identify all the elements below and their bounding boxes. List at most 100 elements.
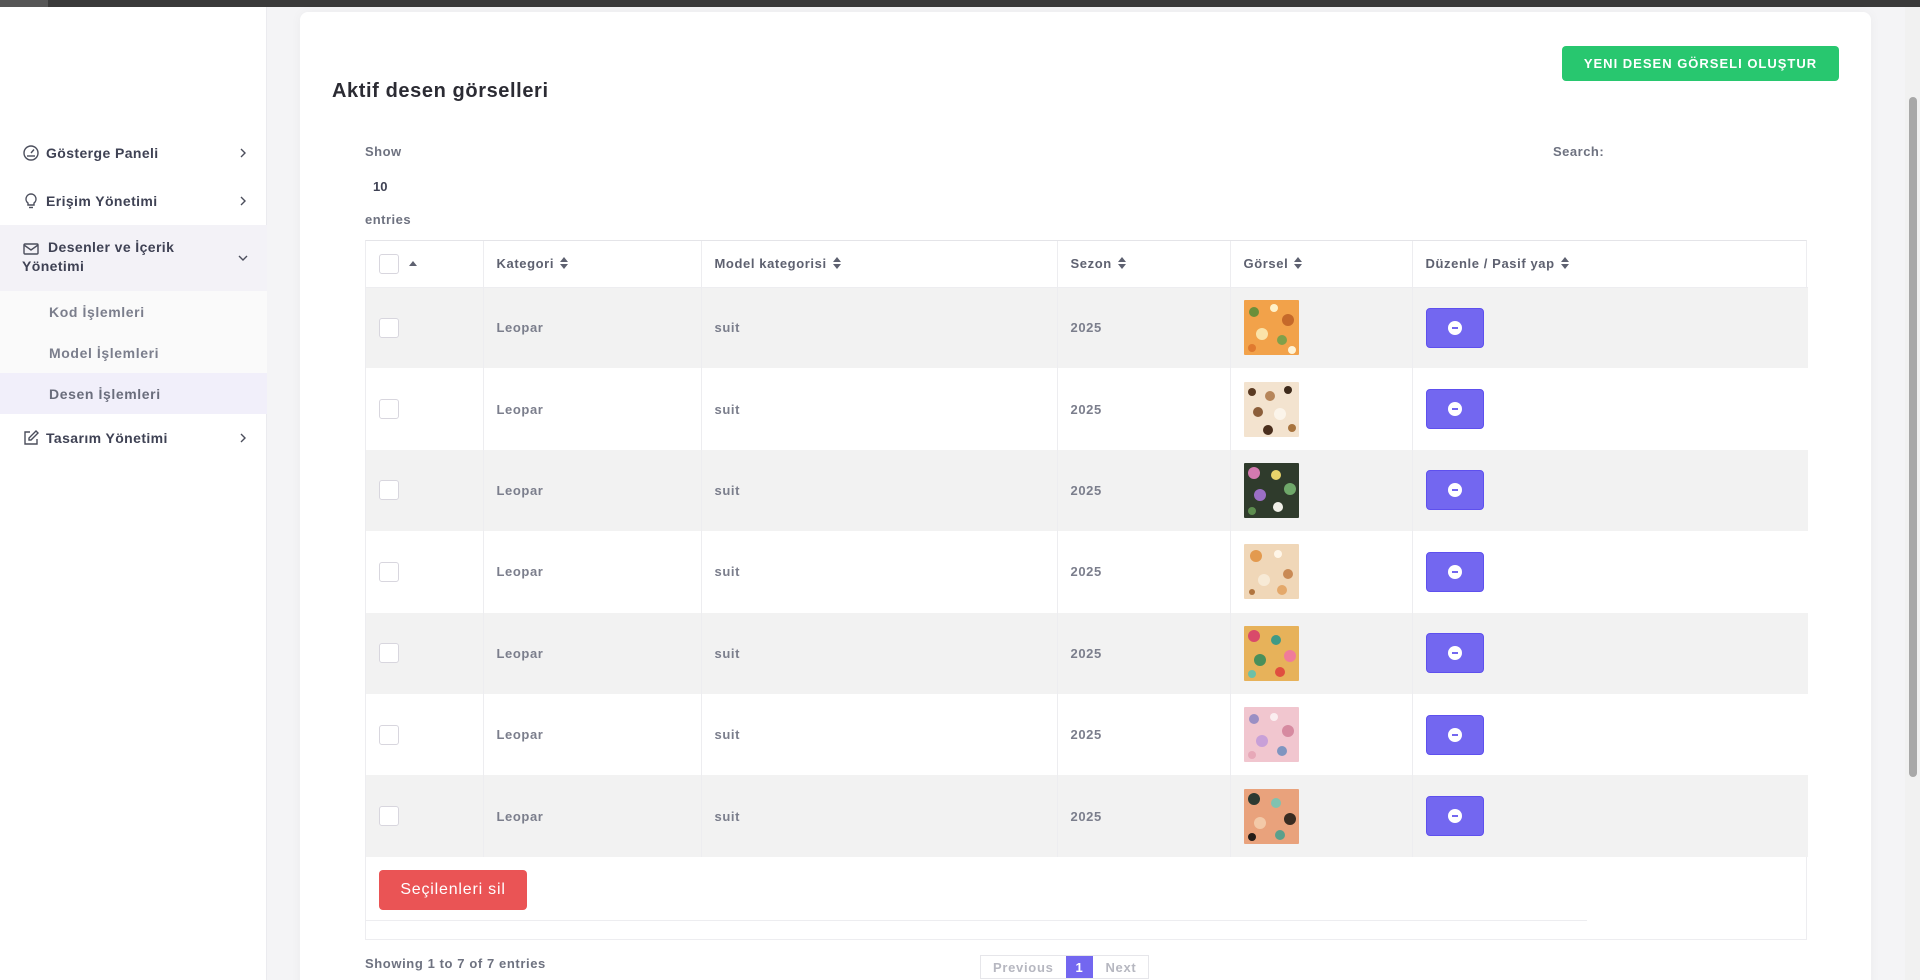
sidebar-item-label: Gösterge Paneli [46,145,159,161]
select-all-header[interactable] [366,241,484,288]
kategori-cell: Leopar [483,612,702,694]
sidebar-subitem-pattern[interactable]: Desen İşlemleri [0,373,267,414]
model-cell: suit [701,775,1058,857]
image-cell [1230,368,1413,450]
sort-icon [1117,256,1126,272]
column-kategori[interactable]: Kategori [483,241,702,288]
deactivate-button[interactable] [1425,307,1484,348]
deactivate-button[interactable] [1425,796,1484,837]
actions-cell [1412,368,1808,449]
image-cell [1230,287,1413,369]
table-row: Leopar suit 2025 [366,693,1808,776]
column-label: Sezon [1070,255,1112,271]
table-row: Leopar suit 2025 [366,287,1808,369]
row-select-cell [366,775,484,857]
sidebar-item-design[interactable]: Tasarım Yönetimi [0,414,267,462]
sidebar-subitem-model[interactable]: Model İşlemleri [0,332,267,373]
minus-circle-icon [1447,402,1462,417]
sidebar: Gösterge Paneli Erişim Yönetimi Desenler… [0,7,267,980]
row-checkbox[interactable] [379,561,399,582]
chevron-right-icon [237,195,249,207]
scrollbar-thumb[interactable] [1909,97,1917,777]
pattern-thumbnail[interactable] [1243,381,1299,437]
table-row: Leopar suit 2025 [366,449,1808,532]
row-checkbox[interactable] [379,480,399,501]
sort-icon [1560,256,1569,272]
pattern-thumbnail[interactable] [1243,300,1299,356]
model-cell: suit [701,287,1058,369]
column-model[interactable]: Model kategorisi [701,241,1058,288]
minus-circle-icon [1447,646,1462,661]
delete-selected-button[interactable]: Seçilenleri sil [379,870,527,910]
minus-circle-icon [1447,809,1462,824]
page-title: Aktif desen görselleri [332,80,549,102]
pagination: Previous 1 Next [980,955,1150,979]
search-label: Search: [1553,144,1605,159]
minus-circle-icon [1447,564,1462,579]
row-select-cell [366,287,484,369]
pagination-next[interactable]: Next [1093,956,1148,978]
actions-cell [1412,613,1808,694]
image-cell [1230,449,1413,532]
column-label: Model kategorisi [714,255,827,271]
search-input[interactable] [1610,138,1790,164]
image-cell [1230,775,1413,857]
sidebar-menu: Gösterge Paneli Erişim Yönetimi Desenler… [0,129,267,462]
page-scrollbar[interactable] [1905,7,1920,980]
deactivate-button[interactable] [1425,470,1484,511]
chevron-right-icon [237,432,249,444]
column-gorsel[interactable]: Görsel [1230,241,1413,288]
kategori-cell: Leopar [483,449,702,532]
gauge-icon [22,144,40,162]
minus-circle-icon [1447,727,1462,742]
deactivate-button[interactable] [1425,551,1484,592]
pattern-thumbnail[interactable] [1243,462,1299,518]
row-checkbox[interactable] [379,724,399,745]
page-length-select[interactable]: 10 [365,174,425,200]
sezon-cell: 2025 [1057,693,1231,776]
actions-cell [1412,694,1808,775]
sezon-cell: 2025 [1057,449,1231,532]
column-actions[interactable]: Düzenle / Pasif yap [1412,241,1808,288]
column-sezon[interactable]: Sezon [1057,241,1231,288]
row-checkbox[interactable] [379,643,399,664]
row-select-cell [366,693,484,776]
row-select-cell [366,449,484,532]
sezon-cell: 2025 [1057,368,1231,450]
sidebar-item-dashboard[interactable]: Gösterge Paneli [0,129,267,177]
row-checkbox[interactable] [379,317,399,338]
pattern-thumbnail[interactable] [1243,707,1299,763]
browser-tab-edge [0,0,48,7]
new-pattern-image-button[interactable]: YENI DESEN GÖRSELI OLUŞTUR [1562,46,1839,81]
model-cell: suit [701,531,1058,613]
sort-icon [1294,256,1303,272]
sidebar-subitem-code[interactable]: Kod İşlemleri [0,291,267,332]
table-row: Leopar suit 2025 [366,612,1808,694]
divider [365,920,1587,921]
sezon-cell: 2025 [1057,775,1231,857]
row-checkbox[interactable] [379,806,399,827]
sidebar-item-access[interactable]: Erişim Yönetimi [0,177,267,225]
pagination-previous[interactable]: Previous [981,956,1066,978]
row-checkbox[interactable] [379,399,399,420]
deactivate-button[interactable] [1425,714,1484,755]
data-table: Kategori Model kategorisi Sezon Görsel D… [365,240,1808,940]
kategori-cell: Leopar [483,287,702,369]
deactivate-button[interactable] [1425,389,1484,430]
image-cell [1230,531,1413,613]
sezon-cell: 2025 [1057,531,1231,613]
minus-circle-icon [1447,483,1462,498]
actions-cell [1412,775,1808,856]
pattern-thumbnail[interactable] [1243,544,1299,600]
sidebar-item-patterns[interactable]: Desenler ve İçerik Yönetimi [0,225,267,291]
model-cell: suit [701,449,1058,532]
column-label: Görsel [1243,255,1289,271]
model-cell: suit [701,368,1058,450]
deactivate-button[interactable] [1425,633,1484,674]
length-label: Show [365,144,402,159]
pattern-thumbnail[interactable] [1243,625,1299,681]
select-all-checkbox[interactable] [379,253,399,274]
image-cell [1230,612,1413,694]
pattern-thumbnail[interactable] [1243,788,1299,844]
pagination-page-1[interactable]: 1 [1065,956,1094,978]
